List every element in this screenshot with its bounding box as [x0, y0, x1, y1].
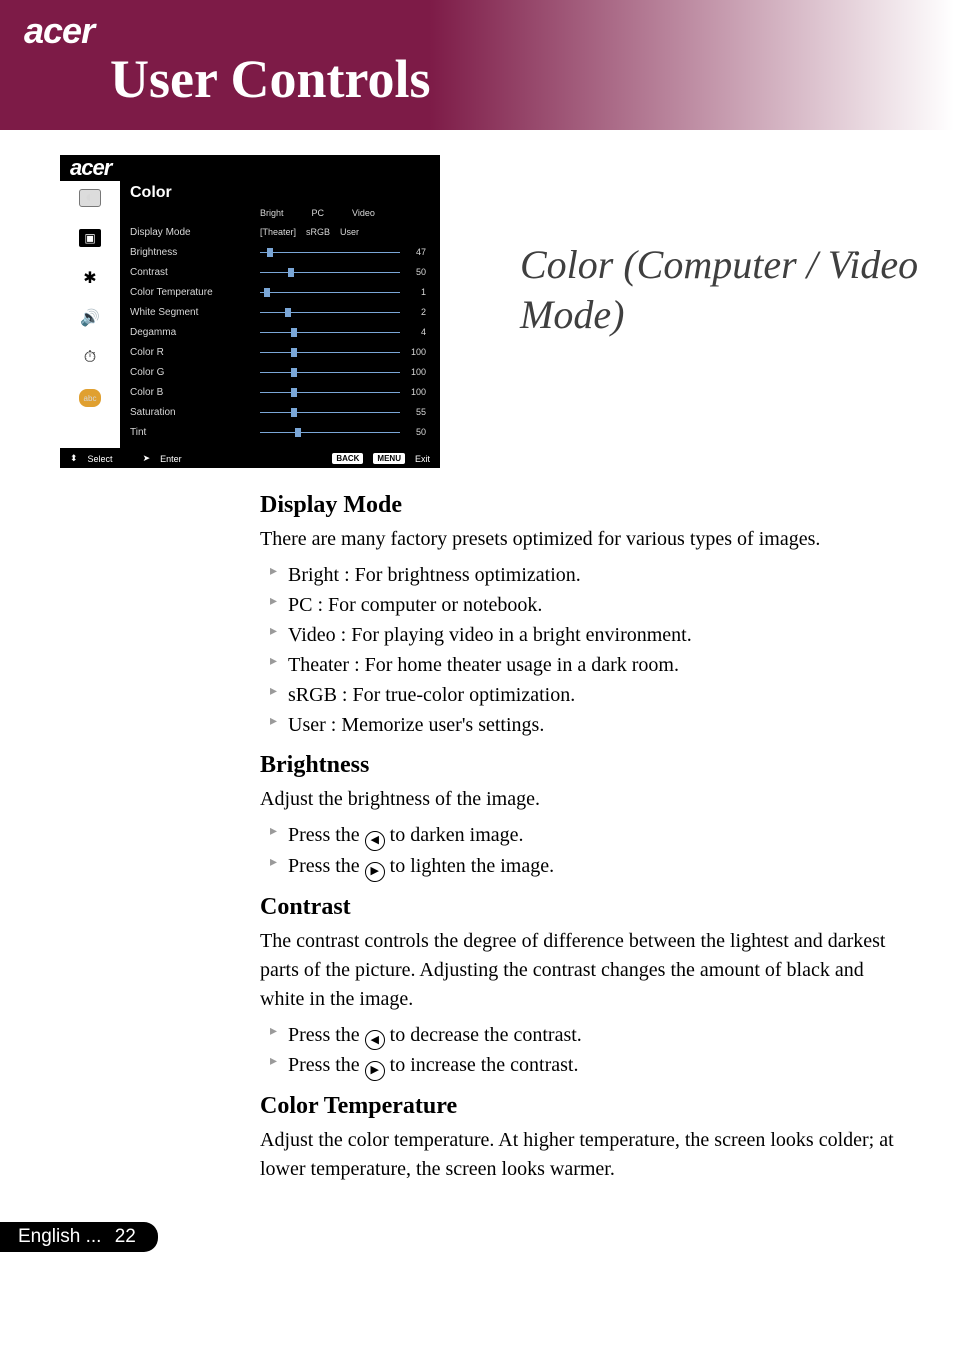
osd-header-row: Bright PC Video [130, 208, 426, 218]
heading-display-mode: Display Mode [260, 492, 900, 519]
osd-slider [260, 332, 400, 333]
timer-icon: ⏱ [79, 349, 101, 367]
page-number-tab: English ... 22 [0, 1222, 158, 1252]
list-item: Video : For playing video in a bright en… [270, 620, 900, 650]
osd-label: Display Mode [130, 227, 260, 238]
osd-slider-label: Color Temperature [130, 287, 260, 298]
osd-slider-value: 100 [400, 347, 426, 357]
osd-opt-srgb: sRGB [306, 227, 330, 237]
list-item: Press the ▶ to lighten the image. [270, 851, 900, 882]
osd-header-3: Video [352, 208, 375, 218]
image-icon: ▣ [79, 229, 101, 247]
page-language: English ... [18, 1226, 101, 1247]
right-arrow-icon: ▶ [365, 1061, 385, 1081]
content-body: Display Mode There are many factory pres… [260, 480, 900, 1188]
osd-slider-value: 47 [400, 247, 426, 257]
list-item: Press the ◀ to darken image. [270, 820, 900, 851]
intro-color-temp: Adjust the color temperature. At higher … [260, 1126, 900, 1184]
osd-back-chip: BACK [332, 453, 363, 464]
osd-slider [260, 352, 400, 353]
list-item: Press the ▶ to increase the contrast. [270, 1050, 900, 1081]
osd-slider [260, 292, 400, 293]
osd-slider-value: 50 [400, 427, 426, 437]
osd-opt-user: User [340, 227, 359, 237]
osd-slider-label: Degamma [130, 327, 260, 338]
osd-slider-row: Tint 50 [130, 422, 426, 442]
right-arrow-icon: ▶ [365, 862, 385, 882]
list-item: Bright : For brightness optimization. [270, 560, 900, 590]
gauge-icon: ◐ [79, 189, 101, 207]
osd-slider [260, 312, 400, 313]
osd-opt-theater: [Theater] [260, 227, 296, 237]
osd-slider-row: Color B 100 [130, 382, 426, 402]
page-title: User Controls [110, 48, 954, 110]
intro-contrast: The contrast controls the degree of diff… [260, 927, 900, 1014]
list-display-modes: Bright : For brightness optimization.PC … [270, 560, 900, 740]
osd-slider-label: Saturation [130, 407, 260, 418]
osd-slider-label: White Segment [130, 307, 260, 318]
osd-slider-label: Color B [130, 387, 260, 398]
osd-slider-label: Contrast [130, 267, 260, 278]
osd-slider [260, 432, 400, 433]
left-arrow-icon: ◀ [365, 1030, 385, 1050]
list-item: PC : For computer or notebook. [270, 590, 900, 620]
osd-enter: Enter [160, 454, 182, 464]
osd-header-2: PC [312, 208, 325, 218]
osd-row-display-mode: Display Mode [Theater] sRGB User [130, 222, 426, 242]
osd-slider-row: Saturation 55 [130, 402, 426, 422]
section-heading: Color (Computer / Video Mode) [520, 240, 930, 340]
audio-icon: 🔊 [79, 309, 101, 327]
osd-sliders: Brightness 47 Contrast 50 Color Temperature 1… [130, 242, 426, 442]
osd-slider-row: White Segment 2 [130, 302, 426, 322]
osd-header-1: Bright [260, 208, 284, 218]
osd-slider-label: Color R [130, 347, 260, 358]
osd-slider [260, 412, 400, 413]
osd-slider [260, 392, 400, 393]
osd-menu-chip: MENU [373, 453, 405, 464]
heading-contrast: Contrast [260, 894, 900, 921]
osd-slider-value: 100 [400, 387, 426, 397]
language-icon: abc [79, 389, 101, 407]
osd-screenshot: acer ◐ ▣ ✱ 🔊 ⏱ abc Color Bright PC Video… [60, 155, 440, 468]
page-number: 22 [115, 1226, 136, 1247]
osd-exit: Exit [415, 454, 430, 464]
osd-brand: acer [60, 155, 440, 181]
osd-slider-value: 1 [400, 287, 426, 297]
right-icon: ➤ [143, 453, 151, 464]
osd-slider-label: Color G [130, 367, 260, 378]
osd-slider-row: Color R 100 [130, 342, 426, 362]
osd-slider-value: 2 [400, 307, 426, 317]
heading-brightness: Brightness [260, 752, 900, 779]
osd-footer: ⬍ Select ➤ Enter BACK MENU Exit [60, 448, 440, 464]
osd-slider [260, 252, 400, 253]
list-item: User : Memorize user's settings. [270, 710, 900, 740]
heading-color-temp: Color Temperature [260, 1093, 900, 1120]
osd-slider [260, 272, 400, 273]
brand-logo: acer [24, 10, 954, 52]
osd-slider-value: 55 [400, 407, 426, 417]
osd-slider-label: Tint [130, 427, 260, 438]
osd-slider-row: Brightness 47 [130, 242, 426, 262]
osd-slider-value: 100 [400, 367, 426, 377]
list-item: Press the ◀ to decrease the contrast. [270, 1020, 900, 1051]
osd-slider-value: 4 [400, 327, 426, 337]
intro-display-mode: There are many factory presets optimized… [260, 525, 900, 554]
osd-slider [260, 372, 400, 373]
osd-select: Select [88, 454, 113, 464]
intro-brightness: Adjust the brightness of the image. [260, 785, 900, 814]
osd-slider-value: 50 [400, 267, 426, 277]
osd-slider-row: Color Temperature 1 [130, 282, 426, 302]
list-item: Theater : For home theater usage in a da… [270, 650, 900, 680]
osd-icon-column: ◐ ▣ ✱ 🔊 ⏱ abc [60, 181, 120, 448]
page-header: acer User Controls [0, 0, 954, 130]
osd-slider-row: Contrast 50 [130, 262, 426, 282]
settings-icon: ✱ [79, 269, 101, 287]
updown-icon: ⬍ [70, 453, 78, 464]
left-arrow-icon: ◀ [365, 831, 385, 851]
osd-title: Color [130, 184, 426, 202]
list-item: sRGB : For true-color optimization. [270, 680, 900, 710]
osd-slider-label: Brightness [130, 247, 260, 258]
osd-slider-row: Color G 100 [130, 362, 426, 382]
osd-slider-row: Degamma 4 [130, 322, 426, 342]
